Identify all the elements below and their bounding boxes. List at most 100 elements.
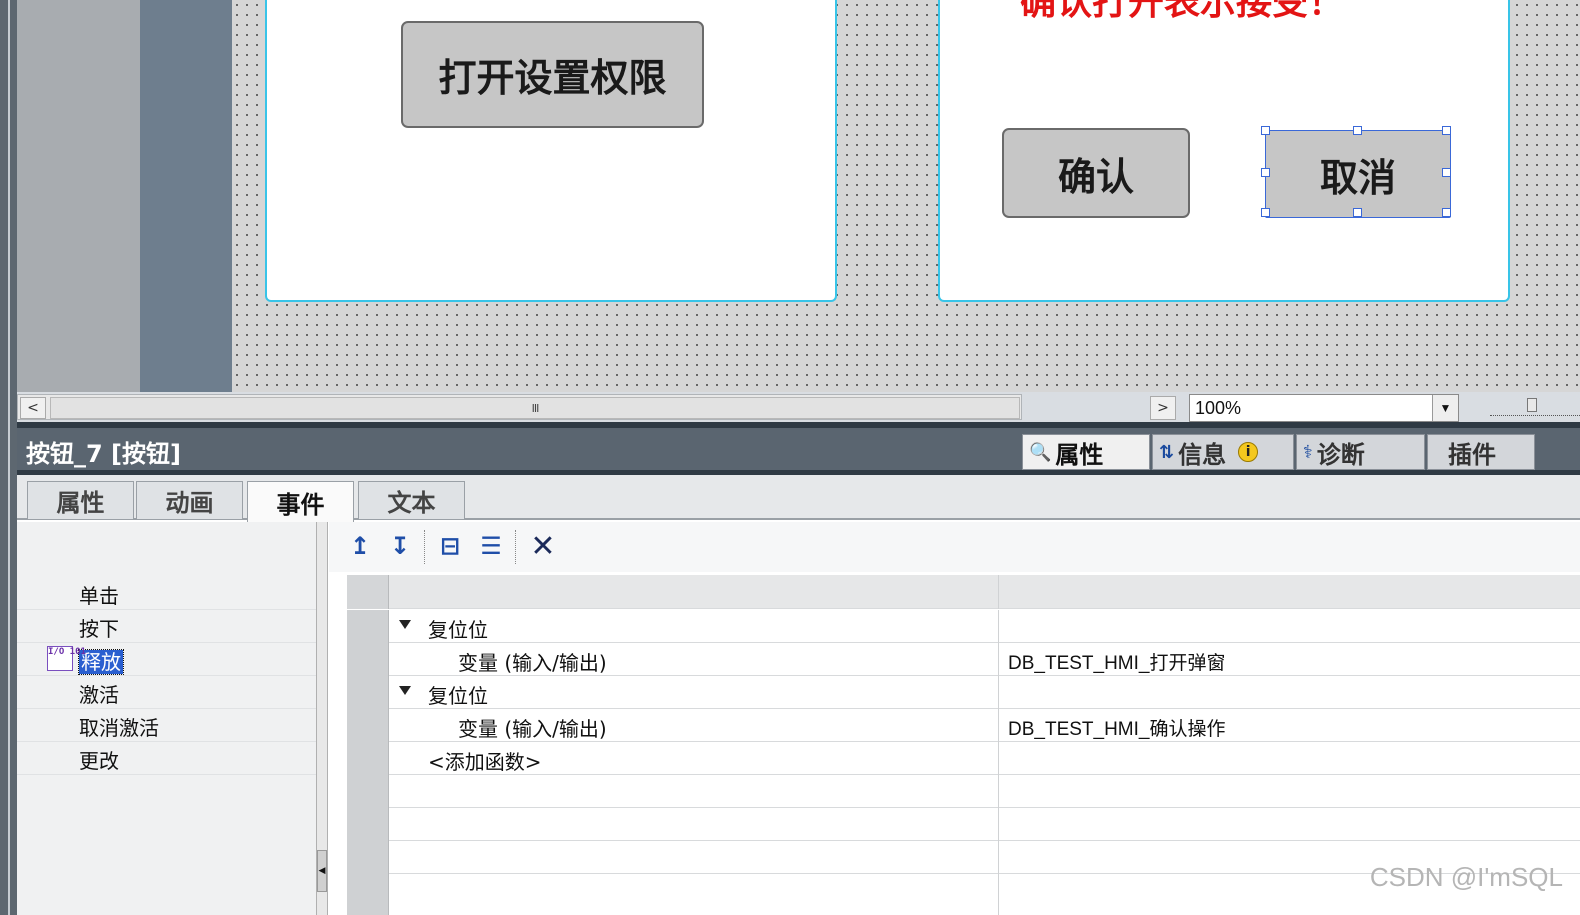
column-divider <box>998 874 999 915</box>
toolbar-separator <box>515 530 516 564</box>
properties-icon: 🔍 <box>1029 441 1052 463</box>
subtab-texts[interactable]: 文本 <box>358 481 465 520</box>
parameter-row[interactable]: 变量 (输入/输出) DB_TEST_HMI_打开弹窗 <box>347 643 1580 676</box>
parameter-value[interactable]: DB_TEST_HMI_确认操作 <box>1008 714 1225 741</box>
expand-all-icon[interactable]: ☰ <box>474 529 508 563</box>
column-divider <box>998 841 999 874</box>
diagnostics-icon: ⚕ <box>1303 441 1313 463</box>
tab-properties-label: 属性 <box>1055 440 1104 469</box>
column-divider[interactable] <box>998 575 999 609</box>
event-label: 取消激活 <box>79 716 159 740</box>
tab-plugins-label: 插件 <box>1448 440 1496 469</box>
zoom-slider[interactable] <box>1490 398 1580 416</box>
selection-handle-middle-right[interactable] <box>1442 168 1451 177</box>
zoom-level-select[interactable]: 100% ▼ <box>1189 394 1459 422</box>
tab-info[interactable]: ⇅ 信息 i <box>1152 434 1294 470</box>
function-row[interactable]: 复位位 <box>347 676 1580 709</box>
column-divider <box>998 808 999 841</box>
expand-triangle-icon[interactable] <box>399 686 411 695</box>
event-label: 按下 <box>79 617 119 641</box>
column-divider <box>998 709 999 742</box>
popup-message-text: 确认打开表示接受！ <box>1020 0 1345 23</box>
vertical-splitter[interactable]: ◀ <box>316 522 328 915</box>
subtab-properties[interactable]: 属性 <box>27 481 134 520</box>
column-divider <box>998 643 999 676</box>
watermark-text: CSDN @I'mSQL <box>1369 862 1563 892</box>
tab-info-label: 信息 <box>1178 440 1227 469</box>
parameter-value[interactable]: DB_TEST_HMI_打开弹窗 <box>1008 648 1225 675</box>
event-label: 更改 <box>79 749 119 773</box>
row-header-cell[interactable] <box>347 742 389 775</box>
function-name: 复位位 <box>428 618 488 642</box>
selected-object-title: 按钮_7 [按钮] <box>26 440 181 468</box>
row-header-cell[interactable] <box>347 676 389 709</box>
event-item-release[interactable]: I/O 101 释放 <box>17 643 317 676</box>
canvas-margin-slate <box>140 0 232 392</box>
empty-row <box>347 775 1580 808</box>
add-function-row[interactable]: <添加函数> <box>347 742 1580 775</box>
selection-handle-bottom-right[interactable] <box>1442 208 1451 217</box>
open-permission-button[interactable]: 打开设置权限 <box>401 21 704 128</box>
scroll-right-arrow-icon[interactable]: > <box>1150 396 1176 420</box>
row-header-cell <box>347 874 389 915</box>
empty-row <box>347 808 1580 841</box>
canvas-margin-gray <box>17 0 140 392</box>
selection-handle-bottom-center[interactable] <box>1353 208 1362 217</box>
row-header-cell <box>347 808 389 841</box>
cancel-button[interactable]: 取消 <box>1265 130 1451 218</box>
collapse-left-arrow-icon[interactable]: ◀ <box>317 850 327 892</box>
move-up-icon[interactable]: ↥ <box>343 529 377 563</box>
event-item-activate[interactable]: 激活 <box>17 676 317 709</box>
row-header-cell[interactable] <box>347 709 389 742</box>
function-name: 复位位 <box>428 684 488 708</box>
inspector-header: 按钮_7 [按钮] 🔍 属性 ⇅ 信息 i ⚕ 诊断 插件 <box>17 428 1580 470</box>
selection-handle-bottom-left[interactable] <box>1261 208 1270 217</box>
event-list: 单击 按下 I/O 101 释放 激活 取消激活 更改 <box>17 522 317 915</box>
left-panel-edge <box>0 0 17 915</box>
info-badge-icon: i <box>1238 442 1259 462</box>
row-header-cell[interactable] <box>347 643 389 676</box>
parameter-row[interactable]: 变量 (输入/输出) DB_TEST_HMI_确认操作 <box>347 709 1580 742</box>
toolbar-separator <box>424 530 425 564</box>
row-header-cell <box>347 575 389 609</box>
column-divider <box>998 742 999 775</box>
row-header-cell <box>347 841 389 874</box>
selection-handle-top-left[interactable] <box>1261 126 1270 135</box>
tab-properties[interactable]: 🔍 属性 <box>1022 434 1150 470</box>
event-item-deactivate[interactable]: 取消激活 <box>17 709 317 742</box>
confirm-button[interactable]: 确认 <box>1002 128 1190 218</box>
event-label: 单击 <box>79 584 119 608</box>
scroll-left-arrow-icon[interactable]: < <box>20 397 46 419</box>
row-header-cell[interactable] <box>347 610 389 643</box>
event-label: 激活 <box>79 683 119 707</box>
column-divider <box>998 610 999 643</box>
column-divider <box>998 775 999 808</box>
event-item-click[interactable]: 单击 <box>17 577 317 610</box>
expand-triangle-icon[interactable] <box>399 620 411 629</box>
grid-header-row <box>347 575 1580 609</box>
tab-plugins[interactable]: 插件 <box>1427 434 1535 470</box>
scrollbar-thumb[interactable]: III <box>50 397 1020 419</box>
move-down-icon[interactable]: ↧ <box>383 529 417 563</box>
horizontal-scrollbar[interactable]: < III <box>17 394 1022 420</box>
zoom-level-value: 100% <box>1195 398 1242 418</box>
function-row[interactable]: 复位位 <box>347 610 1580 643</box>
selection-handle-top-right[interactable] <box>1442 126 1451 135</box>
subtab-animations[interactable]: 动画 <box>136 481 243 520</box>
collapse-icon[interactable]: ⊟ <box>433 529 467 563</box>
tab-diagnostics[interactable]: ⚕ 诊断 <box>1296 434 1425 470</box>
zoom-slider-knob[interactable] <box>1527 398 1537 412</box>
event-item-press[interactable]: 按下 <box>17 610 317 643</box>
inspector-sub-tabs: 属性 动画 事件 文本 <box>17 475 1580 522</box>
column-divider <box>998 676 999 709</box>
subtab-events[interactable]: 事件 <box>247 481 354 522</box>
canvas-scroll-row: < III > 100% ▼ <box>17 392 1580 422</box>
selection-handle-middle-left[interactable] <box>1261 168 1270 177</box>
tab-diagnostics-label: 诊断 <box>1316 440 1365 469</box>
add-function-placeholder[interactable]: <添加函数> <box>428 746 542 775</box>
delete-icon[interactable]: ✕ <box>526 529 560 564</box>
parameter-name: 变量 (输入/输出) <box>458 717 607 741</box>
selection-handle-top-center[interactable] <box>1353 126 1362 135</box>
chevron-down-icon[interactable]: ▼ <box>1432 395 1458 421</box>
event-item-change[interactable]: 更改 <box>17 742 317 775</box>
